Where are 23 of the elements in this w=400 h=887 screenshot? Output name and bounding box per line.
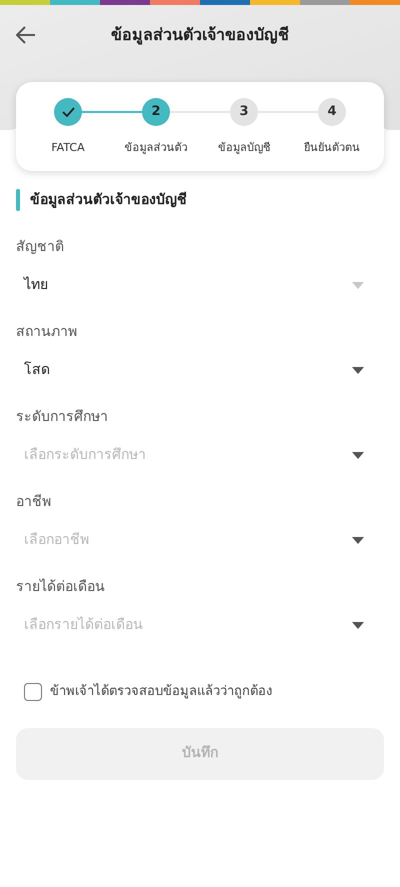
field-label: รายได้ต่อเดือน (16, 578, 106, 597)
checkbox[interactable] (24, 682, 42, 701)
field-label: สัญชาติ (16, 238, 65, 257)
step-label: ยืนยันตัวตน (304, 140, 360, 156)
section-accent-bar (16, 189, 20, 211)
select-field[interactable]: โสด (16, 357, 384, 383)
field-label: อาชีพ (16, 493, 52, 512)
field-label: ระดับการศึกษา (16, 408, 109, 427)
section-title: ข้อมูลส่วนตัวเจ้าของบัญชี (30, 190, 187, 210)
step-indicator: 3 (230, 98, 258, 126)
confirm-checkbox[interactable]: ข้าพเจ้าได้ตรวจสอบข้อมูลแล้วว่าถูกต้อง (24, 682, 384, 702)
step-label: FATCA (51, 140, 85, 156)
back-arrow-icon[interactable] (16, 26, 36, 44)
page-title: ข้อมูลส่วนตัวเจ้าของบัญชี (110, 24, 290, 47)
field-label: สถานภาพ (16, 323, 78, 342)
step-label: ข้อมูลส่วนตัว (124, 140, 188, 156)
check-icon (62, 107, 74, 117)
select-field[interactable]: เลือกรายได้ต่อเดือน (16, 612, 384, 638)
select-field[interactable]: เลือกระดับการศึกษา (16, 442, 384, 468)
step-label: ข้อมูลบัญชี (218, 140, 270, 156)
step-indicator: 4 (318, 98, 346, 126)
select-field[interactable]: เลือกอาชีพ (16, 527, 384, 553)
step-indicator: 2 (142, 98, 170, 126)
